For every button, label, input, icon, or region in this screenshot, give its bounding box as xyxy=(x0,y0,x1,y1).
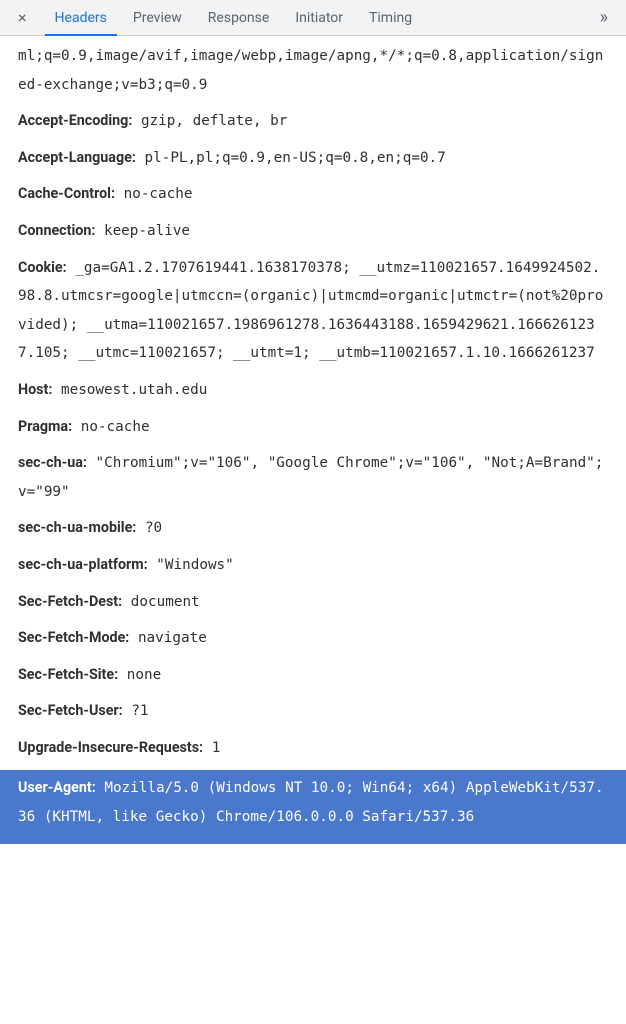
tab-timing[interactable]: Timing xyxy=(359,0,422,36)
tab-initiator[interactable]: Initiator xyxy=(285,0,353,36)
header-row-sec-fetch-site: Sec-Fetch-Site: none xyxy=(18,661,608,690)
header-name: sec-ch-ua-platform: xyxy=(18,557,148,573)
header-row-sec-ch-ua-platform: sec-ch-ua-platform: "Windows" xyxy=(18,551,608,580)
header-row-sec-ch-ua-mobile: sec-ch-ua-mobile: ?0 xyxy=(18,514,608,543)
header-row-accept-language: Accept-Language: pl-PL,pl;q=0.9,en-US;q=… xyxy=(18,144,608,173)
header-name: Cache-Control: xyxy=(18,186,115,202)
header-name: Sec-Fetch-Mode: xyxy=(18,630,129,646)
headers-panel: ml;q=0.9,image/avif,image/webp,image/apn… xyxy=(0,36,626,844)
header-value: ?0 xyxy=(145,520,162,536)
header-name: Accept-Encoding: xyxy=(18,113,132,129)
header-name: User-Agent: xyxy=(18,780,96,796)
header-value: 1 xyxy=(212,740,221,756)
header-name: Pragma: xyxy=(18,419,72,435)
header-value: keep-alive xyxy=(104,223,190,239)
header-value: mesowest.utah.edu xyxy=(61,382,207,398)
header-name: Sec-Fetch-User: xyxy=(18,703,123,719)
header-row-connection: Connection: keep-alive xyxy=(18,217,608,246)
close-icon[interactable]: × xyxy=(12,8,33,27)
header-value: "Windows" xyxy=(156,557,233,573)
tab-response[interactable]: Response xyxy=(198,0,280,36)
header-value: pl-PL,pl;q=0.9,en-US;q=0.8,en;q=0.7 xyxy=(145,150,446,166)
header-value: _ga=GA1.2.1707619441.1638170378; __utmz=… xyxy=(18,260,603,362)
header-name: Accept-Language: xyxy=(18,150,136,166)
header-name: sec-ch-ua: xyxy=(18,455,87,471)
header-row-sec-fetch-user: Sec-Fetch-User: ?1 xyxy=(18,697,608,726)
header-value: document xyxy=(131,594,200,610)
header-row-pragma: Pragma: no-cache xyxy=(18,413,608,442)
header-name: Sec-Fetch-Dest: xyxy=(18,594,122,610)
header-row-sec-fetch-dest: Sec-Fetch-Dest: document xyxy=(18,588,608,617)
header-row-user-agent-selected[interactable]: User-Agent: Mozilla/5.0 (Windows NT 10.0… xyxy=(0,770,626,843)
header-value: no-cache xyxy=(124,186,193,202)
header-name: Cookie: xyxy=(18,260,67,276)
header-row-cookie: Cookie: _ga=GA1.2.1707619441.1638170378;… xyxy=(18,254,608,368)
header-name: sec-ch-ua-mobile: xyxy=(18,520,136,536)
header-row-sec-fetch-mode: Sec-Fetch-Mode: navigate xyxy=(18,624,608,653)
header-row-accept-encoding: Accept-Encoding: gzip, deflate, br xyxy=(18,107,608,136)
header-row-cache-control: Cache-Control: no-cache xyxy=(18,180,608,209)
more-tabs-icon[interactable]: » xyxy=(590,7,618,28)
header-row-sec-ch-ua: sec-ch-ua: "Chromium";v="106", "Google C… xyxy=(18,449,608,506)
header-name: Upgrade-Insecure-Requests: xyxy=(18,740,203,756)
header-name: Connection: xyxy=(18,223,95,239)
header-value: none xyxy=(127,667,161,683)
header-value: no-cache xyxy=(81,419,150,435)
header-value: "Chromium";v="106", "Google Chrome";v="1… xyxy=(18,455,603,500)
header-value-continuation: ml;q=0.9,image/avif,image/webp,image/apn… xyxy=(18,42,608,99)
header-value: gzip, deflate, br xyxy=(141,113,287,129)
header-row-upgrade-insecure-requests: Upgrade-Insecure-Requests: 1 xyxy=(18,734,608,763)
header-name: Host: xyxy=(18,382,52,398)
header-value: navigate xyxy=(138,630,207,646)
tab-preview[interactable]: Preview xyxy=(123,0,192,36)
tab-headers[interactable]: Headers xyxy=(45,0,117,36)
header-name: Sec-Fetch-Site: xyxy=(18,667,118,683)
header-value: ?1 xyxy=(131,703,148,719)
header-row-host: Host: mesowest.utah.edu xyxy=(18,376,608,405)
header-value: Mozilla/5.0 (Windows NT 10.0; Win64; x64… xyxy=(18,780,604,825)
devtools-tab-bar: × Headers Preview Response Initiator Tim… xyxy=(0,0,626,36)
